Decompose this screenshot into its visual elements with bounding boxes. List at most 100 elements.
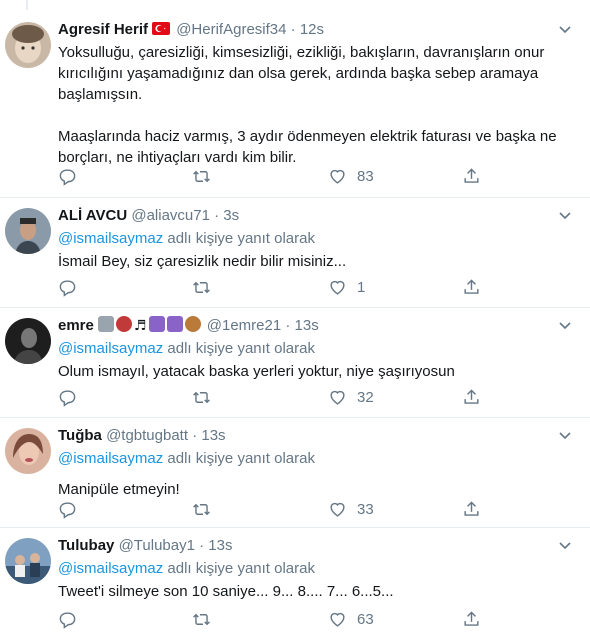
- tweet-paragraph: Yoksulluğu, çaresizliği, kimsesizliği, e…: [58, 44, 545, 103]
- tweet-text: Tweet'i silmeye son 10 saniye... 9... 8.…: [58, 583, 394, 600]
- reply-context: @ismailsaymaz adlı kişiye yanıt olarak: [58, 449, 576, 469]
- tweet-2[interactable]: ALİ AVCU @aliavcu71 · 3s @ismailsaymaz a…: [0, 198, 590, 308]
- retweet-icon: [193, 170, 210, 182]
- medical-emoji-icon: [166, 316, 183, 332]
- mention-link[interactable]: @ismailsaymaz: [58, 450, 163, 467]
- timestamp[interactable]: 13s: [295, 317, 319, 334]
- tweet-paragraph: Maaşlarında haciz varmış, 3 aydır ödenme…: [58, 128, 557, 166]
- reply-icon: [59, 611, 76, 629]
- avatar[interactable]: [5, 208, 51, 254]
- mention-link[interactable]: @ismailsaymaz: [58, 340, 163, 357]
- share-icon: [464, 500, 479, 516]
- share-button[interactable]: [462, 165, 481, 187]
- timestamp[interactable]: 3s: [223, 207, 239, 224]
- separator-dot: ·: [285, 317, 291, 334]
- reply-button[interactable]: [58, 276, 77, 298]
- like-button[interactable]: 63: [328, 608, 374, 630]
- tweet-actions: 63: [58, 608, 488, 630]
- share-button[interactable]: [462, 386, 481, 408]
- share-button[interactable]: [462, 498, 481, 520]
- user-handle[interactable]: @Tulubay1: [119, 537, 195, 554]
- mention-link[interactable]: @ismailsaymaz: [58, 560, 163, 577]
- retweet-button[interactable]: [192, 498, 211, 520]
- retweet-icon: [193, 281, 210, 293]
- heart-icon: [330, 390, 345, 405]
- avatar[interactable]: [5, 22, 51, 68]
- music-note-icon: ♬: [134, 318, 147, 334]
- retweet-button[interactable]: [192, 386, 211, 408]
- owl-emoji-icon: [184, 316, 201, 332]
- user-handle[interactable]: @tgbtugbatt: [106, 427, 188, 444]
- no-smoking-emoji-icon: [116, 316, 133, 332]
- like-count: 1: [357, 278, 366, 296]
- vs-emoji-icon: [98, 316, 115, 332]
- chevron-down-icon[interactable]: [558, 318, 572, 332]
- chevron-down-icon[interactable]: [558, 22, 572, 36]
- user-handle[interactable]: @1emre21: [207, 317, 281, 334]
- like-count: 83: [357, 167, 374, 185]
- share-icon: [464, 278, 479, 294]
- gemini-emoji-icon: [148, 316, 165, 332]
- reply-button[interactable]: [58, 386, 77, 408]
- like-count: 63: [357, 610, 374, 628]
- reply-label: adlı kişiye yanıt olarak: [163, 560, 315, 577]
- separator-dot: ·: [214, 207, 220, 224]
- separator-dot: ·: [199, 537, 205, 554]
- like-count: 33: [357, 500, 374, 518]
- reply-icon: [59, 168, 76, 186]
- display-name[interactable]: Agresif Herif: [58, 21, 148, 38]
- tweet-1[interactable]: Agresif Herif @HerifAgresif34 · 12s Yoks…: [0, 0, 590, 198]
- display-name[interactable]: Tulubay: [58, 537, 114, 554]
- avatar[interactable]: [5, 538, 51, 584]
- separator-dot: ·: [290, 21, 296, 38]
- tweet-actions: 32: [58, 386, 488, 408]
- tweet-header: emre ♬ @1emre21 · 13s: [58, 316, 576, 336]
- retweet-button[interactable]: [192, 276, 211, 298]
- retweet-icon: [193, 503, 210, 515]
- reply-context: @ismailsaymaz adlı kişiye yanıt olarak: [58, 559, 576, 579]
- reply-button[interactable]: [58, 498, 77, 520]
- retweet-button[interactable]: [192, 165, 211, 187]
- turkey-flag-icon: [152, 22, 171, 35]
- reply-context: @ismailsaymaz adlı kişiye yanıt olarak: [58, 229, 576, 249]
- timestamp[interactable]: 12s: [300, 21, 324, 38]
- display-name[interactable]: ALİ AVCU: [58, 207, 127, 224]
- like-button[interactable]: 1: [328, 276, 365, 298]
- chevron-down-icon[interactable]: [558, 208, 572, 222]
- user-handle[interactable]: @HerifAgresif34: [176, 21, 286, 38]
- retweet-button[interactable]: [192, 608, 211, 630]
- reply-label: adlı kişiye yanıt olarak: [163, 340, 315, 357]
- tweet-3[interactable]: emre ♬ @1emre21 · 13s @ismailsaymaz adlı…: [0, 308, 590, 418]
- like-button[interactable]: 32: [328, 386, 374, 408]
- display-name[interactable]: emre: [58, 317, 94, 334]
- heart-icon: [330, 612, 345, 627]
- tweet-header: Tuğba @tgbtugbatt · 13s: [58, 426, 576, 446]
- avatar[interactable]: [5, 318, 51, 364]
- retweet-icon: [193, 613, 210, 625]
- share-icon: [464, 610, 479, 626]
- retweet-icon: [193, 391, 210, 403]
- user-handle[interactable]: @aliavcu71: [131, 207, 210, 224]
- like-button[interactable]: 83: [328, 165, 374, 187]
- tweet-4[interactable]: Tuğba @tgbtugbatt · 13s @ismailsaymaz ad…: [0, 418, 590, 528]
- share-button[interactable]: [462, 608, 481, 630]
- like-count: 32: [357, 388, 374, 406]
- reply-button[interactable]: [58, 165, 77, 187]
- timestamp[interactable]: 13s: [201, 427, 225, 444]
- mention-link[interactable]: @ismailsaymaz: [58, 230, 163, 247]
- timestamp[interactable]: 13s: [208, 537, 232, 554]
- avatar[interactable]: [5, 428, 51, 474]
- tweet-text: Yoksulluğu, çaresizliği, kimsesizliği, e…: [58, 42, 576, 168]
- reply-label: adlı kişiye yanıt olarak: [163, 230, 315, 247]
- chevron-down-icon[interactable]: [558, 428, 572, 442]
- display-name[interactable]: Tuğba: [58, 427, 102, 444]
- tweet-text: İsmail Bey, siz çaresizlik nedir bilir m…: [58, 253, 347, 270]
- reply-button[interactable]: [58, 608, 77, 630]
- like-button[interactable]: 33: [328, 498, 374, 520]
- tweet-actions: 33: [58, 498, 488, 520]
- heart-icon: [330, 169, 345, 184]
- share-button[interactable]: [462, 276, 481, 298]
- tweet-actions: 1: [58, 276, 488, 298]
- tweet-5[interactable]: Tulubay @Tulubay1 · 13s @ismailsaymaz ad…: [0, 528, 590, 636]
- chevron-down-icon[interactable]: [558, 538, 572, 552]
